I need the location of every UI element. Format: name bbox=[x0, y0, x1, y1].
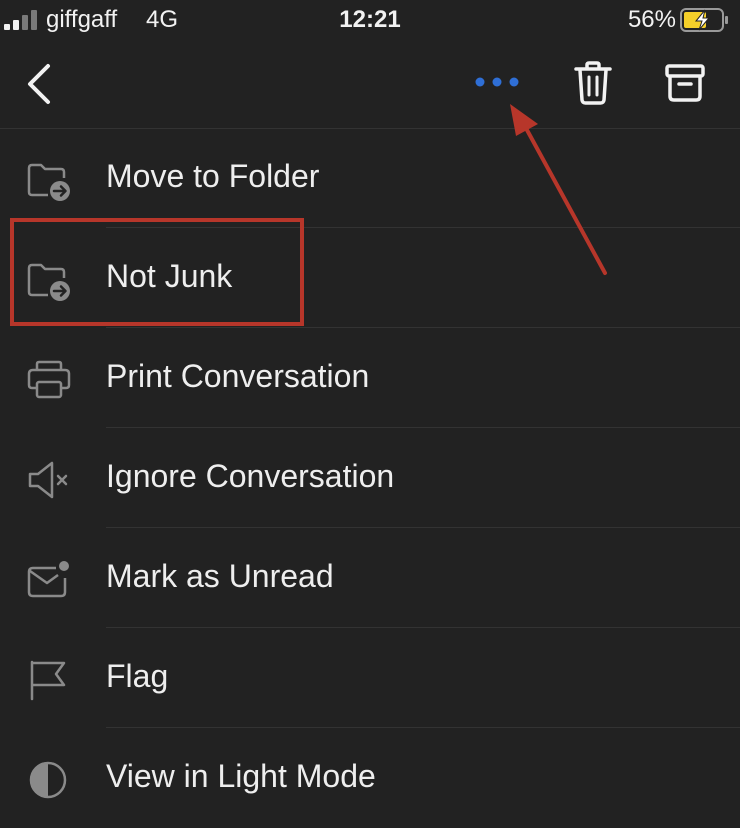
folder-move-icon bbox=[27, 263, 70, 301]
printer-icon bbox=[27, 360, 71, 399]
battery-charging-icon bbox=[680, 8, 728, 32]
menu-item-print-conversation[interactable]: Print Conversation bbox=[0, 328, 740, 428]
menu-item-move-to-folder[interactable]: Move to Folder bbox=[0, 128, 740, 228]
menu-item-ignore-conversation[interactable]: Ignore Conversation bbox=[0, 428, 740, 528]
folder-move-icon bbox=[27, 163, 70, 201]
menu-item-view-in-light-mode[interactable]: View in Light Mode bbox=[0, 728, 740, 828]
menu-item-mark-as-unread[interactable]: Mark as Unread bbox=[0, 528, 740, 628]
menu-item-label: Not Junk bbox=[106, 258, 233, 294]
menu-item-label: Flag bbox=[106, 658, 169, 694]
archive-icon[interactable] bbox=[664, 62, 706, 104]
menu-item-label: View in Light Mode bbox=[106, 758, 376, 794]
conversation-actions-menu: Move to Folder Not Junk Print Conversati… bbox=[0, 128, 740, 828]
nav-bar bbox=[0, 40, 740, 129]
menu-item-label: Ignore Conversation bbox=[106, 458, 395, 494]
menu-item-label: Print Conversation bbox=[106, 358, 370, 394]
speaker-mute-icon bbox=[28, 461, 68, 499]
menu-item-flag[interactable]: Flag bbox=[0, 628, 740, 728]
status-bar: giffgaff 4G 12:21 56% bbox=[0, 0, 740, 40]
battery-percentage: 56% bbox=[627, 6, 676, 33]
menu-item-label: Move to Folder bbox=[106, 158, 320, 194]
mail-unread-icon bbox=[27, 561, 69, 598]
menu-item-not-junk[interactable]: Not Junk bbox=[0, 228, 740, 328]
flag-icon bbox=[30, 660, 66, 701]
menu-item-label: Mark as Unread bbox=[106, 558, 334, 594]
chevron-left-icon[interactable] bbox=[22, 60, 56, 108]
trash-icon[interactable] bbox=[572, 60, 614, 106]
half-circle-icon bbox=[29, 761, 67, 799]
more-horizontal-icon[interactable] bbox=[470, 70, 524, 94]
